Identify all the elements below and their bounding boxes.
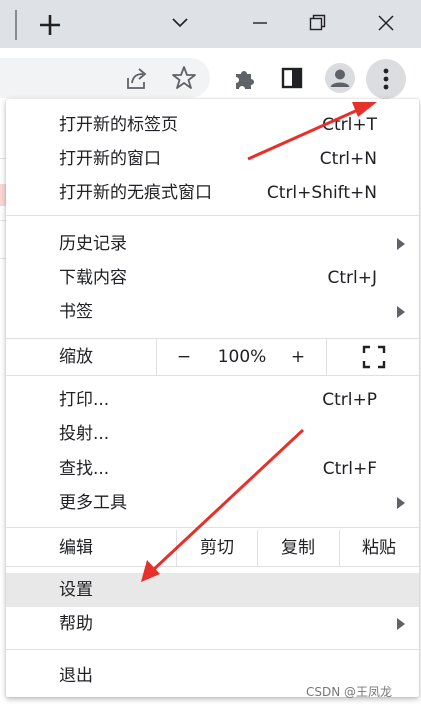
menu-item-label: 历史记录 <box>59 234 127 254</box>
submenu-arrow-icon <box>397 306 405 318</box>
zoom-out-button[interactable]: − <box>164 339 204 375</box>
menu-separator <box>6 215 419 216</box>
fullscreen-button[interactable] <box>356 339 392 375</box>
fullscreen-icon <box>362 345 386 369</box>
share-button[interactable] <box>122 64 152 94</box>
menu-item-shortcut: Ctrl+P <box>322 390 377 410</box>
menu-item-cast[interactable]: 投射... <box>6 417 419 451</box>
menu-item-shortcut: Ctrl+Shift+N <box>266 183 377 203</box>
menu-item-label: 设置 <box>59 580 93 600</box>
zoom-divider <box>156 339 157 375</box>
submenu-arrow-icon <box>397 497 405 509</box>
cut-label: 剪切 <box>200 538 234 558</box>
tab-search-button[interactable] <box>165 8 195 38</box>
star-icon <box>172 66 196 89</box>
menu-item-label: 退出 <box>59 666 93 686</box>
minimize-button[interactable] <box>245 8 275 38</box>
menu-item-shortcut: Ctrl+F <box>322 459 377 479</box>
menu-item-find[interactable]: 查找... Ctrl+F <box>6 452 419 486</box>
zoom-row: 缩放 − 100% + <box>6 339 419 375</box>
copy-button[interactable]: 复制 <box>258 530 338 566</box>
menu-item-shortcut: Ctrl+T <box>322 115 377 135</box>
menu-item-label: 打开新的标签页 <box>59 115 178 135</box>
chrome-main-menu: 打开新的标签页 Ctrl+T 打开新的窗口 Ctrl+N 打开新的无痕式窗口 C… <box>6 99 419 697</box>
zoom-in-button[interactable]: + <box>278 339 318 375</box>
menu-item-shortcut: Ctrl+J <box>327 268 377 288</box>
plus-icon <box>40 15 60 35</box>
share-icon <box>127 68 147 89</box>
profile-button[interactable] <box>324 62 356 94</box>
menu-separator <box>6 649 419 650</box>
close-icon <box>378 15 394 31</box>
restore-icon <box>309 14 326 31</box>
profile-icon <box>325 63 355 93</box>
zoom-divider <box>326 339 327 375</box>
menu-item-new-incognito[interactable]: 打开新的无痕式窗口 Ctrl+Shift+N <box>6 176 419 210</box>
menu-item-label: 下载内容 <box>59 268 127 288</box>
extensions-button[interactable] <box>229 63 259 93</box>
cut-button[interactable]: 剪切 <box>177 530 257 566</box>
menu-item-more-tools[interactable]: 更多工具 <box>6 486 419 520</box>
menu-item-settings[interactable]: 设置 <box>6 573 419 607</box>
menu-item-label: 投射... <box>59 424 110 444</box>
zoom-in-label: + <box>290 347 306 367</box>
side-panel-button[interactable] <box>277 63 307 93</box>
title-bar <box>0 0 421 48</box>
menu-item-new-tab[interactable]: 打开新的标签页 Ctrl+T <box>6 108 419 142</box>
kebab-menu-icon <box>383 68 389 90</box>
menu-item-history[interactable]: 历史记录 <box>6 227 419 261</box>
close-window-button[interactable] <box>371 8 401 38</box>
menu-item-help[interactable]: 帮助 <box>6 607 419 641</box>
zoom-out-label: − <box>176 347 192 367</box>
menu-separator <box>6 566 419 567</box>
new-tab-button[interactable] <box>35 10 65 40</box>
menu-item-label: 书签 <box>59 302 93 322</box>
menu-item-bookmarks[interactable]: 书签 <box>6 295 419 329</box>
submenu-arrow-icon <box>397 238 405 250</box>
menu-separator <box>6 527 419 528</box>
menu-item-label: 帮助 <box>59 614 93 634</box>
watermark: CSDN @王凤龙 <box>306 685 393 699</box>
edit-row: 编辑 剪切 复制 粘贴 <box>6 530 419 566</box>
submenu-arrow-icon <box>397 618 405 630</box>
puzzle-icon <box>236 71 254 89</box>
zoom-label: 缩放 <box>59 347 93 367</box>
restore-button[interactable] <box>302 8 332 38</box>
menu-item-label: 打开新的无痕式窗口 <box>59 183 212 203</box>
menu-item-new-window[interactable]: 打开新的窗口 Ctrl+N <box>6 142 419 176</box>
menu-item-label: 查找... <box>59 459 110 479</box>
bookmark-star-button[interactable] <box>169 63 199 93</box>
menu-item-shortcut: Ctrl+N <box>319 149 377 169</box>
menu-separator <box>6 375 419 376</box>
paste-button[interactable]: 粘贴 <box>340 530 418 566</box>
menu-item-print[interactable]: 打印... Ctrl+P <box>6 383 419 417</box>
chevron-down-icon <box>172 18 188 28</box>
side-panel-icon <box>281 67 303 89</box>
edit-label: 编辑 <box>59 538 93 558</box>
zoom-level-value: 100% <box>217 347 267 367</box>
chrome-menu-button[interactable] <box>366 59 406 99</box>
tab-divider <box>15 10 17 40</box>
minimize-icon <box>253 22 267 24</box>
paste-label: 粘贴 <box>362 538 396 558</box>
menu-item-label: 更多工具 <box>59 493 127 513</box>
menu-item-downloads[interactable]: 下载内容 Ctrl+J <box>6 261 419 295</box>
zoom-level: 100% <box>206 339 278 375</box>
menu-item-label: 打开新的窗口 <box>59 149 161 169</box>
copy-label: 复制 <box>281 538 315 558</box>
menu-item-label: 打印... <box>59 390 110 410</box>
